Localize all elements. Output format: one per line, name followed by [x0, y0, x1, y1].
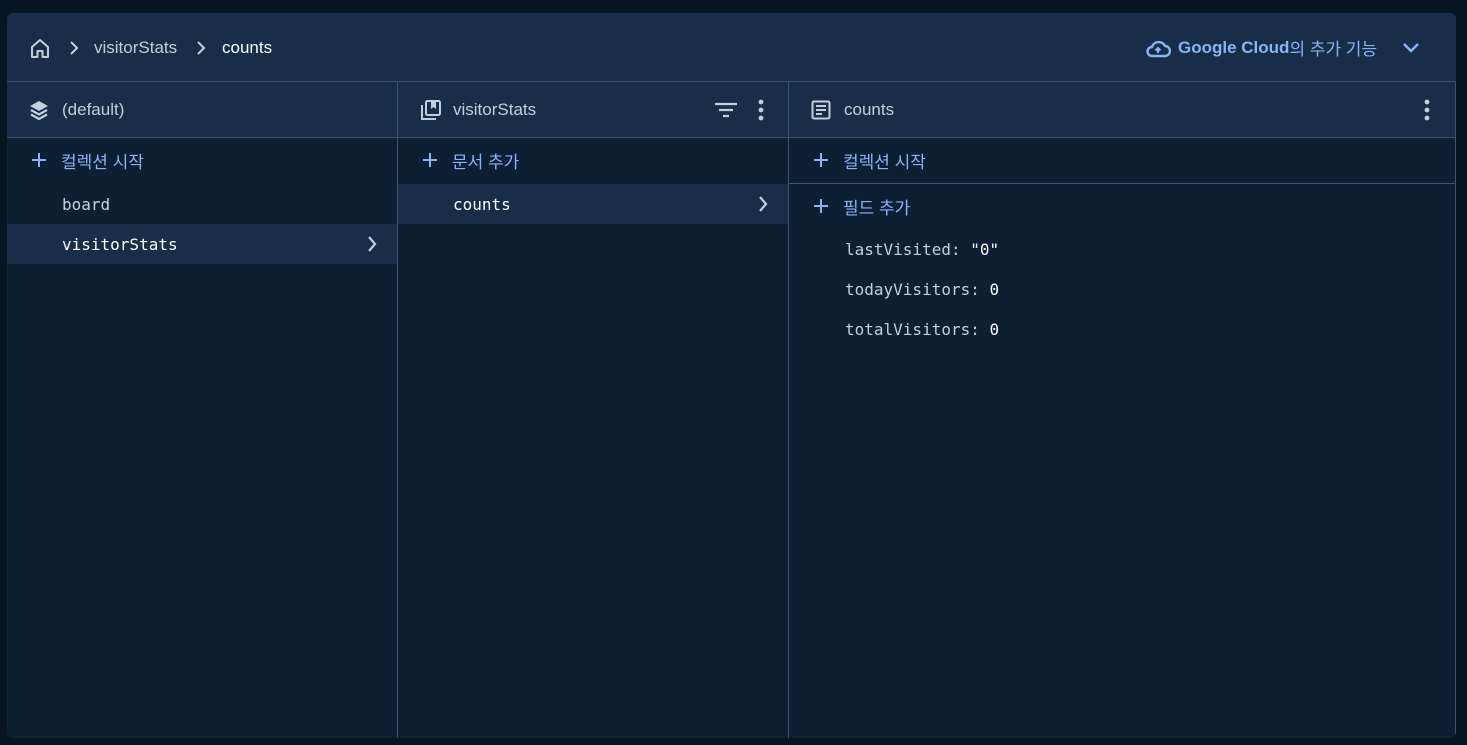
plus-icon: [31, 152, 47, 168]
document-item-label: counts: [453, 194, 511, 214]
document-item-counts[interactable]: counts: [398, 184, 788, 224]
plus-icon: [813, 198, 829, 214]
field-key: totalVisitors: [845, 319, 971, 339]
filter-icon[interactable]: [713, 99, 739, 121]
google-cloud-suffix: 의 추가 기능: [1289, 40, 1378, 59]
chevron-right-icon: [67, 40, 81, 56]
field-separator: :: [950, 239, 971, 259]
database-column: (default) 컬렉션 시작 board visitorStats: [7, 82, 398, 738]
collection-header: visitorStats: [398, 82, 788, 138]
collection-item-board[interactable]: board: [7, 184, 397, 224]
chevron-right-icon: [194, 40, 208, 56]
field-value: 0: [989, 319, 1000, 339]
breadcrumb-current: counts: [222, 37, 273, 57]
breadcrumb-item[interactable]: visitorStats: [94, 13, 177, 82]
collection-column: visitorStats 문서 추가 counts: [398, 82, 789, 738]
chevron-right-icon: [756, 196, 770, 212]
google-cloud-menu[interactable]: Google Cloud 의 추가 기능: [1178, 13, 1377, 82]
document-header: counts: [789, 82, 1455, 138]
start-collection-button[interactable]: 컬렉션 시작: [31, 138, 144, 182]
database-title: (default): [62, 100, 125, 119]
add-field-label: 필드 추가: [843, 198, 911, 218]
plus-icon: [422, 152, 438, 168]
collection-item-label: visitorStats: [62, 234, 178, 254]
add-document-button[interactable]: 문서 추가: [422, 138, 519, 182]
document-title: counts: [844, 100, 895, 119]
collection-item-label: board: [62, 194, 111, 214]
field-value: 0: [989, 279, 1000, 299]
more-vert-icon[interactable]: [1420, 98, 1434, 122]
document-column: counts 컬렉션 시작 필드 추가 lastVisited: "0" tod…: [789, 82, 1456, 738]
field-separator: :: [970, 279, 990, 299]
add-field-button[interactable]: 필드 추가: [813, 184, 910, 228]
field-row-todayvisitors[interactable]: todayVisitors: 0: [845, 269, 999, 309]
chevron-down-icon[interactable]: [1401, 40, 1421, 56]
start-subcollection-button[interactable]: 컬렉션 시작: [813, 138, 926, 182]
more-vert-icon[interactable]: [754, 98, 768, 122]
firestore-data-panel: visitorStats counts Google Cloud의 추가 기능: [7, 13, 1456, 738]
plus-icon: [813, 152, 829, 168]
cloud-icon: [1145, 37, 1171, 59]
field-key: todayVisitors: [845, 279, 971, 299]
field-value: "0": [970, 239, 1000, 259]
collection-title: visitorStats: [453, 100, 537, 119]
field-separator: :: [970, 319, 990, 339]
layers-icon: [27, 98, 51, 122]
start-collection-label: 컬렉션 시작: [61, 152, 144, 172]
collection-icon: [419, 98, 443, 122]
google-cloud-brand: Google Cloud: [1178, 37, 1290, 57]
collection-item-visitorstats[interactable]: visitorStats: [7, 224, 397, 264]
field-key: lastVisited: [845, 239, 951, 259]
field-row-totalvisitors[interactable]: totalVisitors: 0: [845, 309, 999, 349]
database-header: (default): [7, 82, 397, 138]
document-icon: [810, 99, 832, 121]
chevron-right-icon: [365, 236, 379, 252]
start-subcollection-label: 컬렉션 시작: [843, 152, 926, 172]
field-row-lastvisited[interactable]: lastVisited: "0": [845, 229, 999, 269]
top-bar: visitorStats counts Google Cloud 의 추가 기능: [7, 13, 1456, 82]
home-icon[interactable]: [27, 35, 53, 61]
add-document-label: 문서 추가: [452, 152, 520, 172]
